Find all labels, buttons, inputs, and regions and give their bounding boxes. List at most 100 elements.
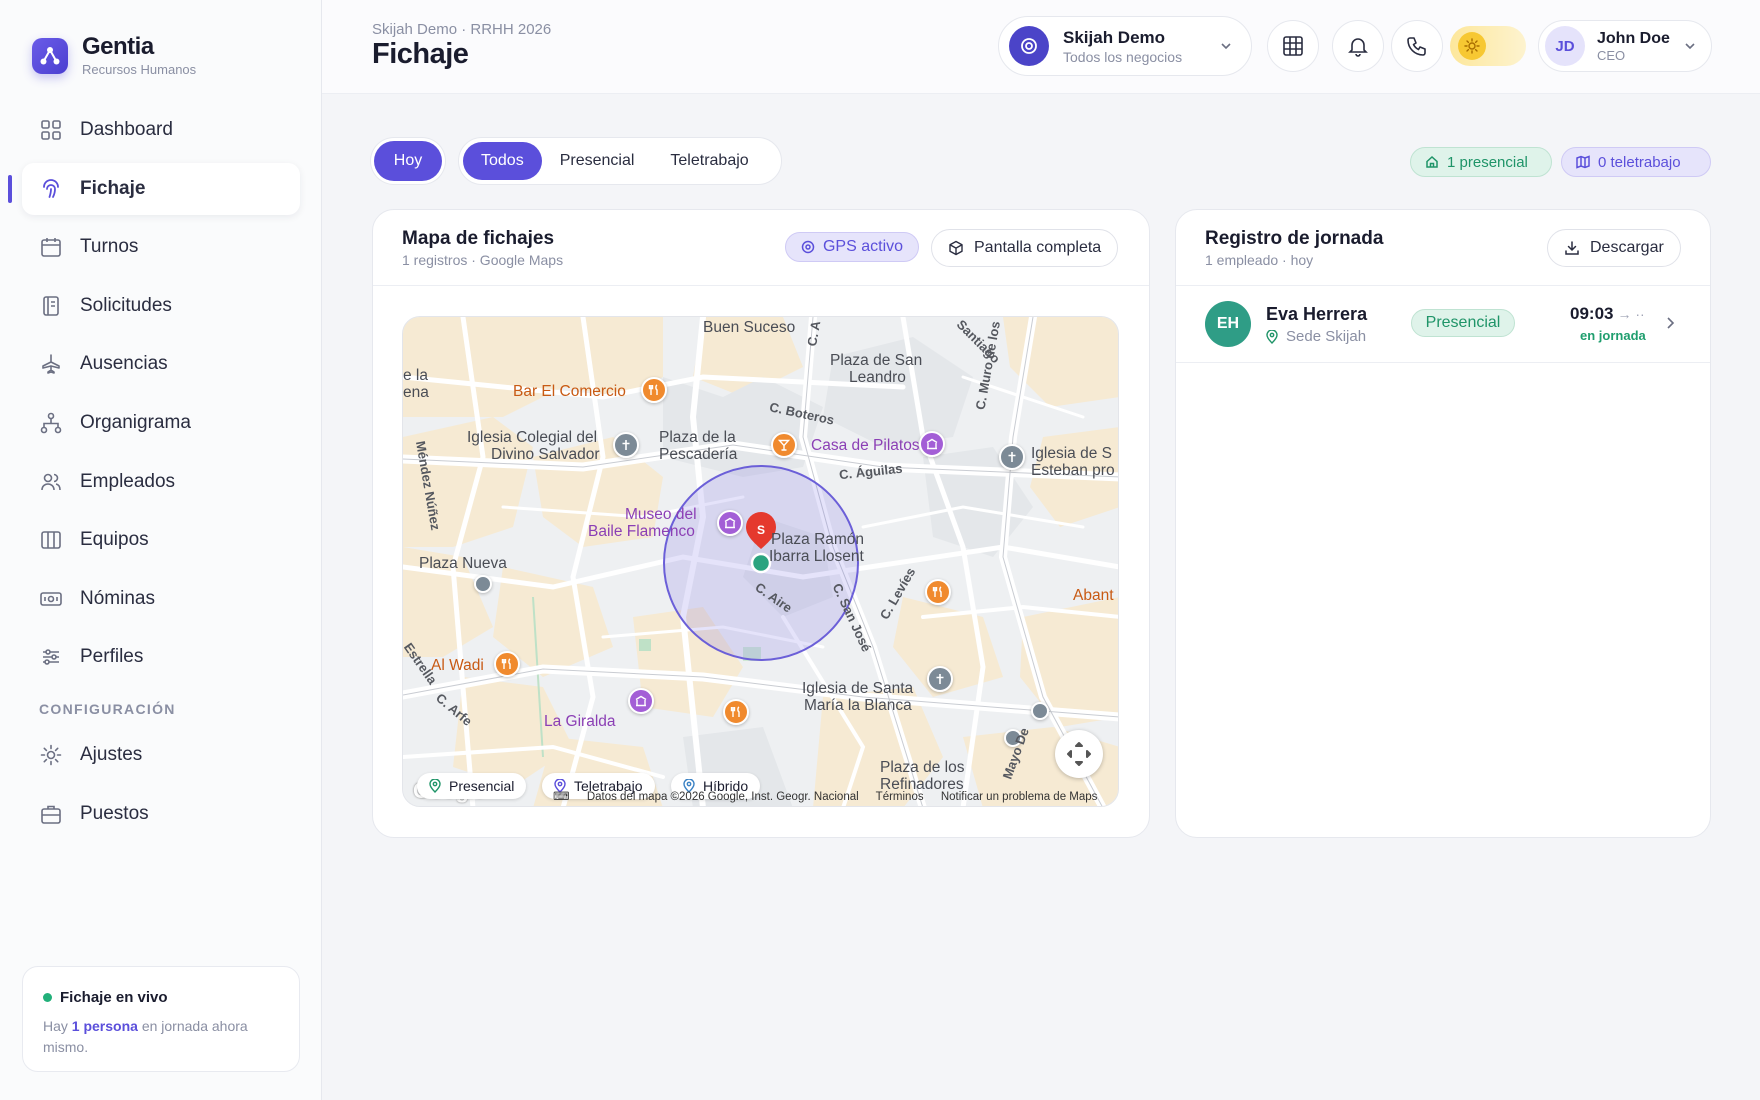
map-label: ena — [403, 384, 429, 401]
map-icon — [1576, 155, 1590, 169]
theme-toggle[interactable] — [1450, 26, 1526, 66]
registro-card: Registro de jornada 1 empleado · hoy Des… — [1175, 209, 1711, 838]
fingerprint-icon — [40, 178, 62, 200]
map-label: Iglesia de S — [1031, 445, 1112, 462]
transit-poi-icon[interactable] — [474, 575, 492, 593]
calendar-icon — [40, 236, 62, 258]
sidebar-item-ajustes[interactable]: Ajustes — [22, 729, 300, 781]
map-label: Plaza Nueva — [419, 555, 507, 572]
sidebar-item-label: Dashboard — [80, 119, 173, 140]
restaurant-poi-icon[interactable] — [723, 699, 749, 725]
notifications-button[interactable] — [1332, 20, 1384, 72]
filter-teletrabajo[interactable]: Teletrabajo — [652, 142, 766, 180]
chevron-down-icon — [1219, 39, 1233, 53]
map-card-title: Mapa de fichajes — [402, 228, 555, 249]
sidebar-item-dashboard[interactable]: Dashboard — [22, 104, 300, 156]
map-label: Iglesia Colegial del — [467, 429, 598, 446]
map-card-subtitle: 1 registros · Google Maps — [402, 252, 564, 268]
map-label: Museo del — [625, 506, 697, 523]
map-label: e la — [403, 367, 428, 384]
sliders-icon — [40, 646, 62, 668]
sidebar-item-organigrama[interactable]: Organigrama — [22, 397, 300, 449]
table-row[interactable]: EH Eva Herrera Sede Skijah Presencial 09… — [1176, 286, 1710, 363]
map-label: Ibarra Llosent — [769, 548, 864, 565]
map-card: Mapa de fichajes 1 registros · Google Ma… — [372, 209, 1150, 838]
filter-presencial[interactable]: Presencial — [542, 142, 653, 180]
today-button[interactable]: Hoy — [374, 141, 442, 181]
target-icon — [1009, 26, 1049, 66]
banknote-icon — [40, 588, 62, 610]
brand[interactable]: Gentia Recursos Humanos — [32, 34, 196, 77]
map-label: Buen Suceso — [703, 319, 796, 336]
sidebar-item-solicitudes[interactable]: Solicitudes — [22, 280, 300, 332]
user-role: CEO — [1597, 47, 1626, 63]
sidebar-item-puestos[interactable]: Puestos — [22, 788, 300, 840]
bell-icon — [1347, 35, 1369, 57]
map-label: Plaza de San — [830, 352, 923, 369]
live-dot-icon — [43, 993, 52, 1002]
avatar: EH — [1205, 301, 1251, 347]
sidebar-item-label: Ausencias — [80, 353, 168, 375]
teletrabajo-count-badge: 0 teletrabajo — [1561, 147, 1711, 177]
sidebar: Gentia Recursos Humanos Dashboard Fichaj… — [0, 0, 322, 1100]
sidebar-item-empleados[interactable]: Empleados — [22, 456, 300, 508]
apps-grid-button[interactable] — [1267, 20, 1319, 72]
google-map[interactable]: S Buen Suceso Bar El Comercio Iglesia Co… — [402, 316, 1119, 807]
fullscreen-button[interactable]: Pantalla completa — [931, 229, 1119, 267]
museum-poi-icon[interactable] — [717, 510, 743, 536]
restaurant-poi-icon[interactable] — [925, 579, 951, 605]
sidebar-item-fichaje[interactable]: Fichaje — [8, 162, 300, 215]
sidebar-item-label: Equipos — [80, 529, 149, 551]
page-title: Fichaje — [372, 38, 469, 70]
museum-poi-icon[interactable] — [919, 431, 945, 457]
user-menu[interactable]: JD John Doe CEO — [1538, 20, 1712, 72]
museum-poi-icon[interactable] — [628, 688, 654, 714]
sidebar-item-equipos[interactable]: Equipos — [22, 514, 300, 566]
sidebar-item-ausencias[interactable]: Ausencias — [22, 338, 300, 390]
chevron-down-icon — [1683, 39, 1697, 53]
sidebar-item-turnos[interactable]: Turnos — [22, 221, 300, 273]
map-fullscreen-button[interactable] — [1055, 730, 1103, 778]
restaurant-poi-icon[interactable] — [641, 377, 667, 403]
church-poi-icon[interactable] — [613, 432, 639, 458]
sidebar-item-label: Perfiles — [80, 646, 144, 668]
grid-icon — [40, 119, 62, 141]
map-label: Divino Salvador — [491, 446, 600, 463]
legend-presencial: Presencial — [417, 773, 527, 799]
business-selector[interactable]: Skijah Demo Todos los negocios — [998, 16, 1252, 76]
download-button[interactable]: Descargar — [1547, 229, 1681, 267]
map-label: Plaza Ramón — [771, 531, 865, 548]
download-icon — [1565, 241, 1579, 255]
church-poi-icon[interactable] — [927, 666, 953, 692]
breadcrumb: Skijah Demo · RRHH 2026 — [372, 21, 552, 38]
presencial-count-badge: 1 presencial — [1410, 147, 1552, 177]
bar-poi-icon[interactable] — [771, 432, 797, 458]
cube-icon — [949, 240, 963, 256]
apps-grid-icon — [1282, 35, 1304, 57]
keyboard-icon[interactable]: ⌨ — [553, 791, 570, 803]
call-button[interactable] — [1391, 20, 1443, 72]
church-poi-icon[interactable] — [999, 444, 1025, 470]
map-label: Abant — [1073, 587, 1114, 604]
brand-name: Gentia — [82, 33, 154, 60]
sun-icon — [1458, 32, 1486, 60]
map-terms-link[interactable]: Términos — [876, 791, 924, 803]
chevron-right-icon[interactable] — [1662, 315, 1678, 331]
gear-icon — [40, 744, 62, 766]
filter-todos[interactable]: Todos — [463, 142, 542, 180]
map-label: Bar El Comercio — [513, 383, 626, 400]
live-clock-in-card: Fichaje en vivo Hay 1 persona en jornada… — [22, 966, 300, 1072]
config-section-title: CONFIGURACIÓN — [39, 701, 176, 718]
employee-location: Sede Skijah — [1266, 328, 1366, 345]
user-name: John Doe — [1597, 29, 1670, 47]
sidebar-item-perfiles[interactable]: Perfiles — [22, 631, 300, 683]
sidebar-item-nominas[interactable]: Nóminas — [22, 573, 300, 625]
sidebar-item-label: Empleados — [80, 470, 176, 492]
restaurant-poi-icon[interactable] — [494, 651, 520, 677]
map-report-link[interactable]: Notificar un problema de Maps — [941, 791, 1098, 803]
status-badge: Presencial — [1411, 309, 1515, 337]
transit-poi-icon[interactable] — [1031, 702, 1049, 720]
document-icon — [40, 295, 62, 317]
briefcase-icon — [40, 803, 62, 825]
avatar: JD — [1545, 26, 1585, 66]
